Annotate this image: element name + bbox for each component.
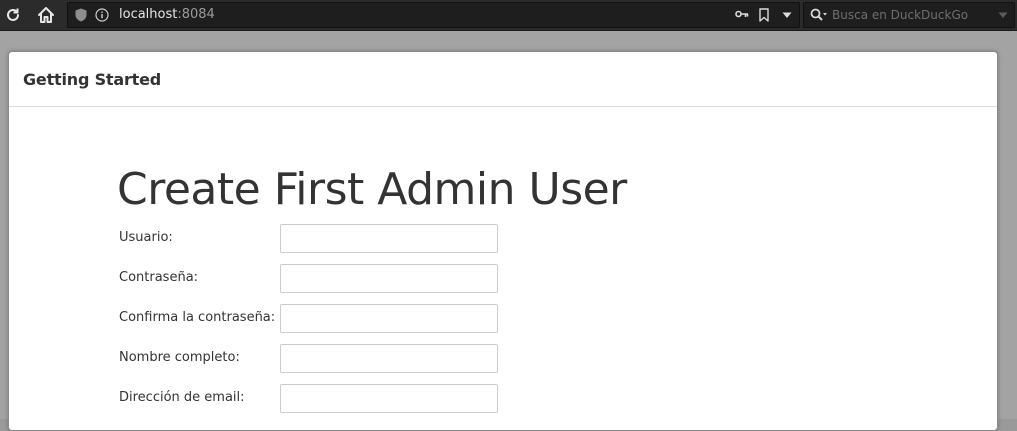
panel-header: Getting Started — [9, 52, 997, 107]
url-host: localhost — [119, 7, 178, 22]
search-bar[interactable]: Busca en DuckDuckGo — [803, 2, 1015, 28]
info-icon[interactable] — [95, 8, 109, 22]
reload-icon — [4, 6, 22, 24]
page-title: Create First Admin User — [117, 164, 627, 215]
url-bar[interactable]: localhost:8084 — [67, 2, 800, 28]
email-input[interactable] — [280, 384, 498, 413]
panel-title: Getting Started — [23, 70, 161, 89]
home-icon — [36, 5, 56, 25]
username-row: Usuario: — [119, 224, 619, 254]
full-name-label: Nombre completo: — [119, 350, 240, 365]
url-port: :8084 — [177, 7, 215, 22]
password-input[interactable] — [280, 264, 498, 293]
email-row: Dirección de email: — [119, 384, 619, 414]
confirm-password-row: Confirma la contraseña: — [119, 304, 619, 334]
full-name-row: Nombre completo: — [119, 344, 619, 374]
username-label: Usuario: — [119, 230, 173, 245]
key-icon[interactable] — [735, 8, 749, 20]
setup-panel: Getting Started Create First Admin User … — [8, 51, 998, 431]
email-label: Dirección de email: — [119, 390, 245, 405]
password-row: Contraseña: — [119, 264, 619, 294]
password-label: Contraseña: — [119, 270, 199, 285]
chevron-down-icon[interactable] — [782, 12, 792, 19]
search-icon[interactable] — [810, 8, 828, 22]
reload-button[interactable] — [1, 3, 25, 27]
confirm-password-input[interactable] — [280, 304, 498, 333]
full-name-input[interactable] — [280, 344, 498, 373]
search-dropdown-icon[interactable] — [998, 12, 1008, 19]
shield-icon[interactable] — [75, 8, 87, 22]
confirm-password-label: Confirma la contraseña: — [119, 310, 276, 325]
bookmark-icon[interactable] — [759, 8, 769, 22]
home-button[interactable] — [34, 3, 58, 27]
browser-toolbar: localhost:8084 Busca en DuckDuckGo — [0, 0, 1017, 31]
username-input[interactable] — [280, 224, 498, 253]
search-placeholder: Busca en DuckDuckGo — [832, 8, 969, 22]
url-text: localhost:8084 — [119, 7, 215, 22]
